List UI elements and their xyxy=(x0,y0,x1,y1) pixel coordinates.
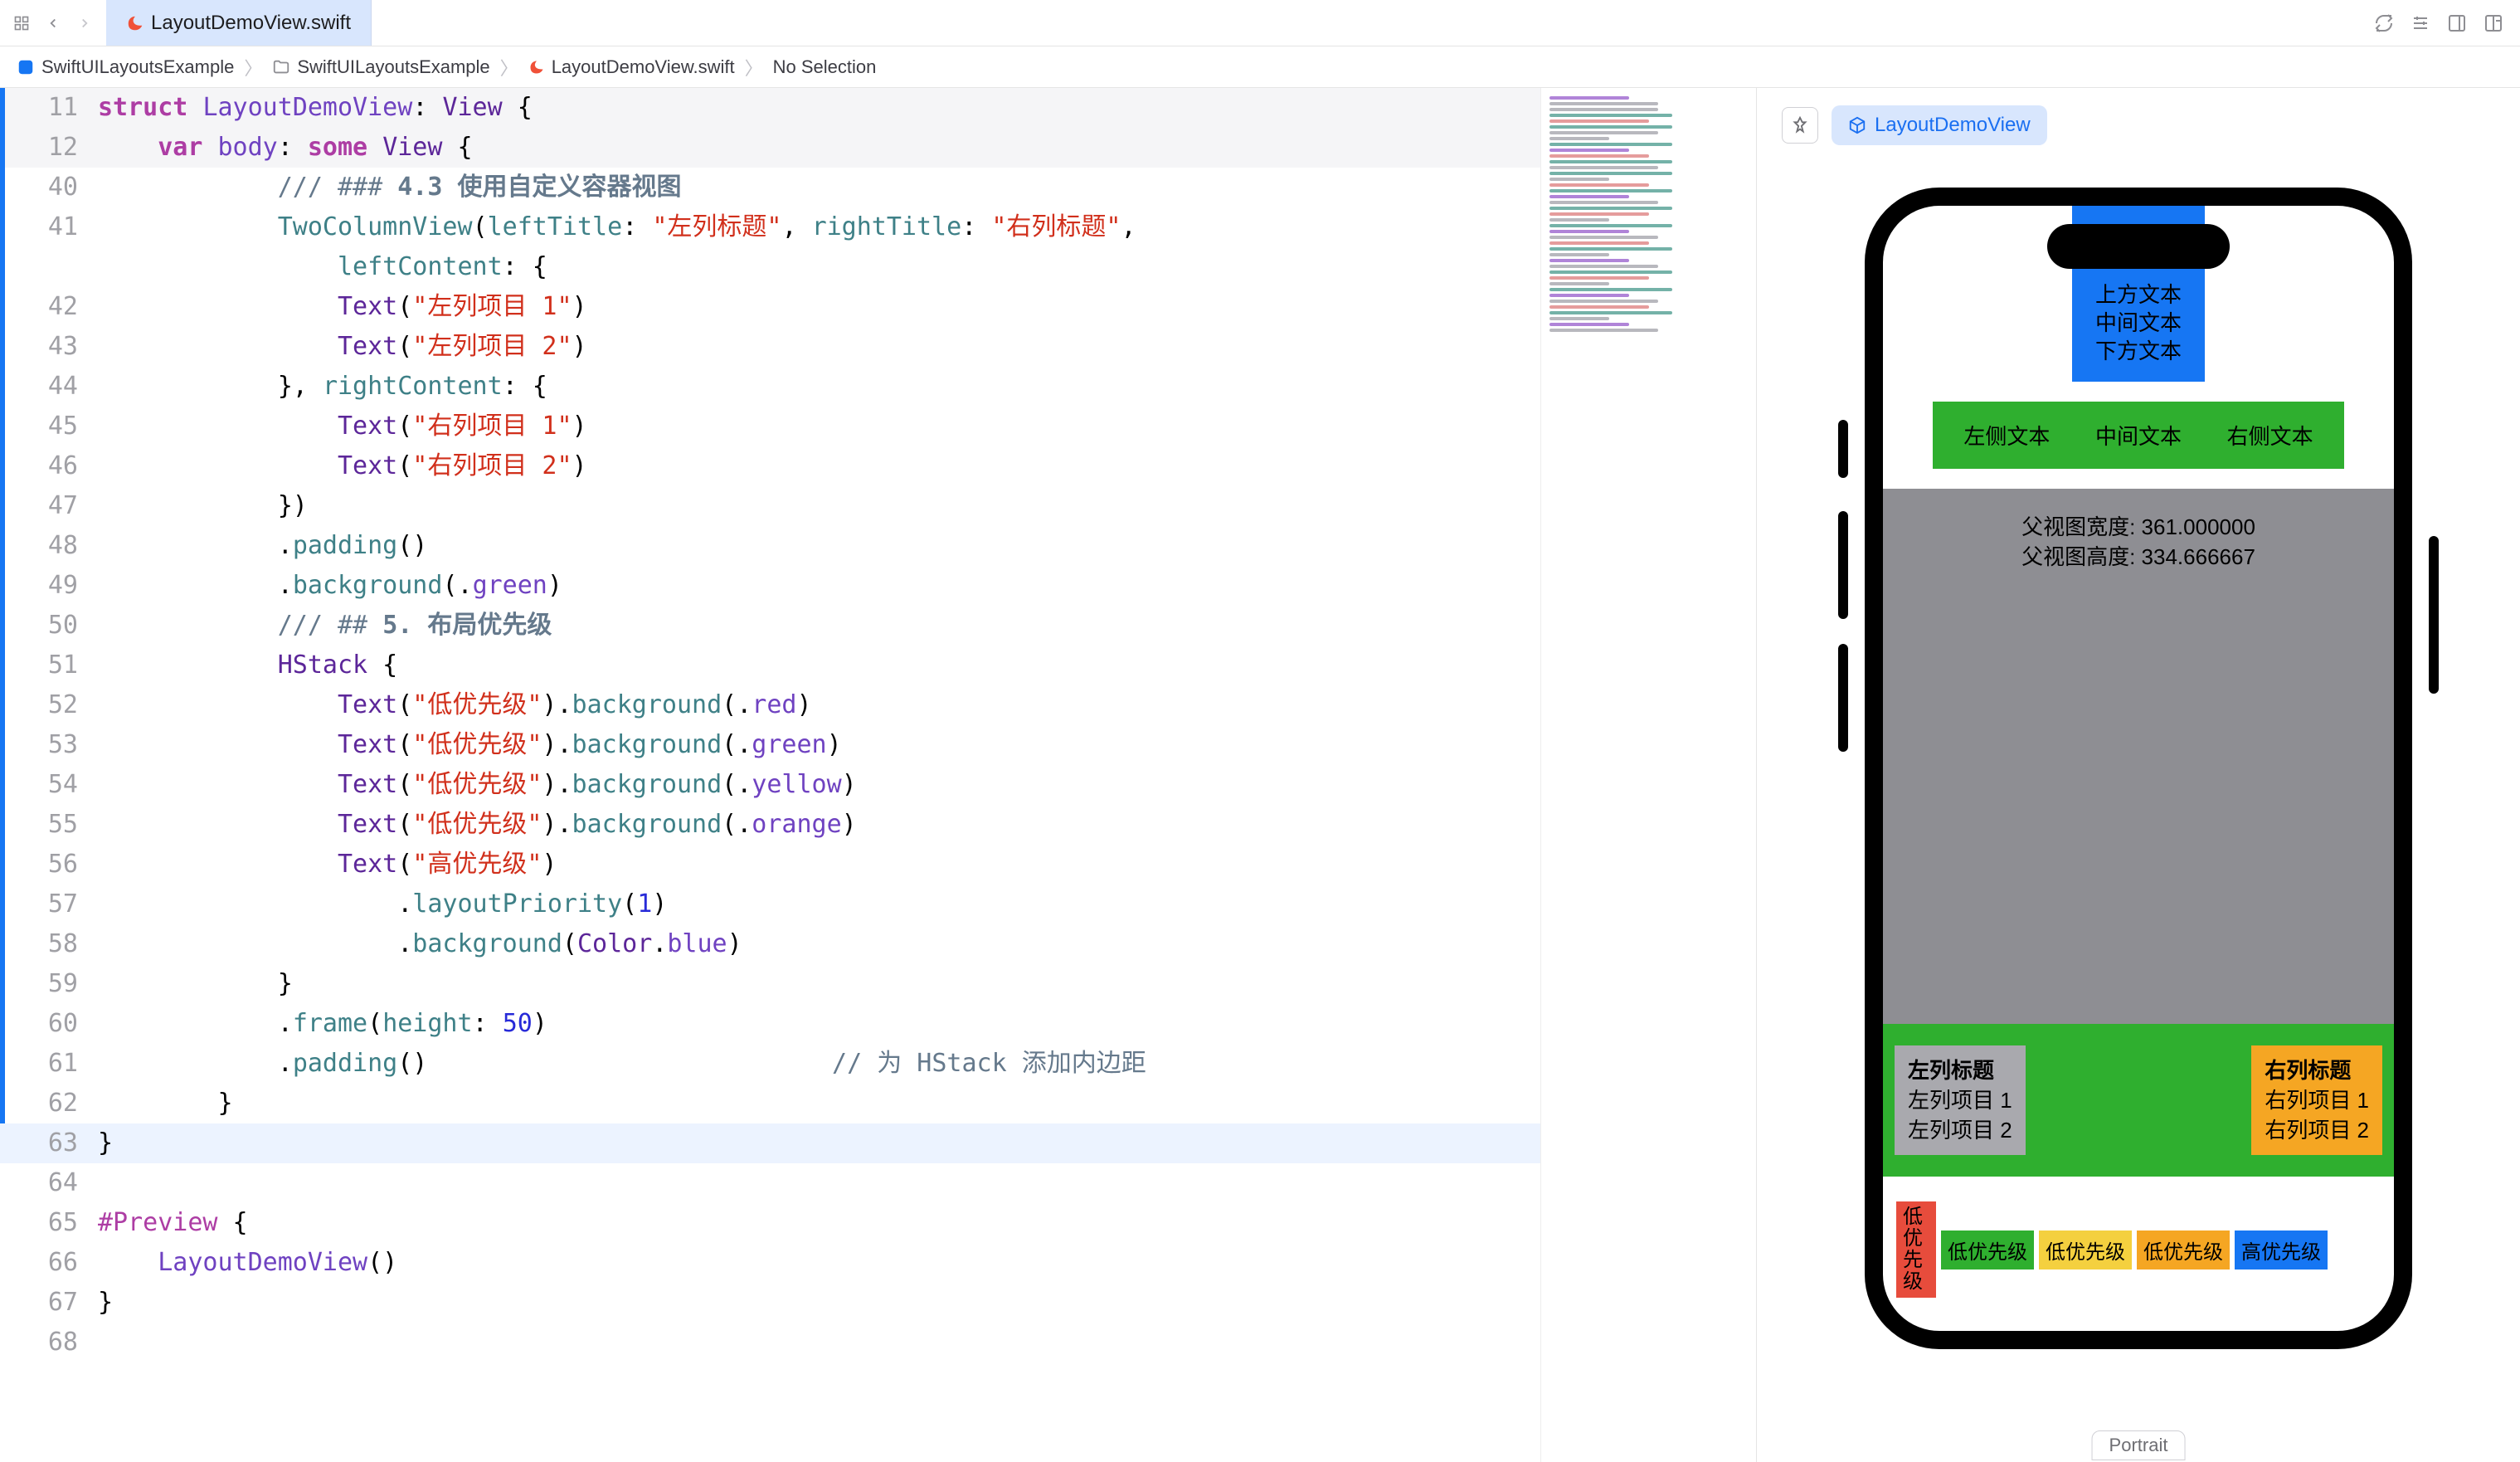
adjust-editor-icon[interactable] xyxy=(2411,13,2430,33)
preview-canvas: LayoutDemoView 上方文本 中间文本 下方文本 xyxy=(1757,88,2520,1462)
chevron-right-icon: 〉 xyxy=(742,54,766,80)
breadcrumb-project[interactable]: SwiftUILayoutsExample xyxy=(41,56,234,78)
tab-filename: LayoutDemoView.swift xyxy=(151,12,351,35)
two-column-demo: 左列标题 左列项目 1 左列项目 2 右列标题 右列项目 1 右列项目 2 xyxy=(1883,1024,2394,1177)
hstack-demo: 左侧文本 中间文本 右侧文本 xyxy=(1933,402,2344,469)
pin-preview-button[interactable] xyxy=(1782,107,1818,144)
layout-grid-icon[interactable] xyxy=(13,15,30,32)
add-editor-icon[interactable] xyxy=(2484,13,2503,33)
breadcrumb-selection[interactable]: No Selection xyxy=(773,56,877,78)
project-icon xyxy=(17,58,35,76)
swift-file-icon xyxy=(528,59,545,76)
breadcrumb-group[interactable]: SwiftUILayoutsExample xyxy=(297,56,489,78)
source-editor[interactable]: 11struct LayoutDemoView: View { 12 var b… xyxy=(0,88,1757,1462)
refresh-icon[interactable] xyxy=(2374,13,2394,33)
dynamic-island xyxy=(2047,224,2230,269)
nav-forward-button[interactable] xyxy=(76,15,93,32)
geometry-reader-demo: 父视图宽度: 361.000000 父视图高度: 334.666667 xyxy=(1883,489,2394,1024)
jump-bar[interactable]: SwiftUILayoutsExample 〉 SwiftUILayoutsEx… xyxy=(0,46,2520,88)
chevron-right-icon: 〉 xyxy=(497,54,522,80)
device-preview[interactable]: 上方文本 中间文本 下方文本 左侧文本 中间文本 右侧文本 父视图宽度: 361… xyxy=(1865,188,2412,1349)
right-column: 右列标题 右列项目 1 右列项目 2 xyxy=(2251,1045,2382,1155)
minimap[interactable] xyxy=(1540,88,1756,1462)
layout-priority-demo: 低优先级 低优先级 低优先级 低优先级 高优先级 xyxy=(1883,1177,2394,1331)
breadcrumb-file[interactable]: LayoutDemoView.swift xyxy=(552,56,735,78)
toggle-canvas-icon[interactable] xyxy=(2447,13,2467,33)
active-tab[interactable]: LayoutDemoView.swift xyxy=(106,0,372,46)
nav-back-button[interactable] xyxy=(45,15,61,32)
swift-file-icon xyxy=(126,14,144,32)
preview-name: LayoutDemoView xyxy=(1875,114,2031,137)
left-column: 左列标题 左列项目 1 左列项目 2 xyxy=(1895,1045,2026,1155)
orientation-pill[interactable]: Portrait xyxy=(2092,1430,2186,1460)
cube-icon xyxy=(1848,116,1866,134)
chevron-right-icon: 〉 xyxy=(241,54,265,80)
folder-icon xyxy=(272,58,290,76)
preview-selector[interactable]: LayoutDemoView xyxy=(1832,105,2047,145)
tab-bar: LayoutDemoView.swift xyxy=(0,0,2520,46)
